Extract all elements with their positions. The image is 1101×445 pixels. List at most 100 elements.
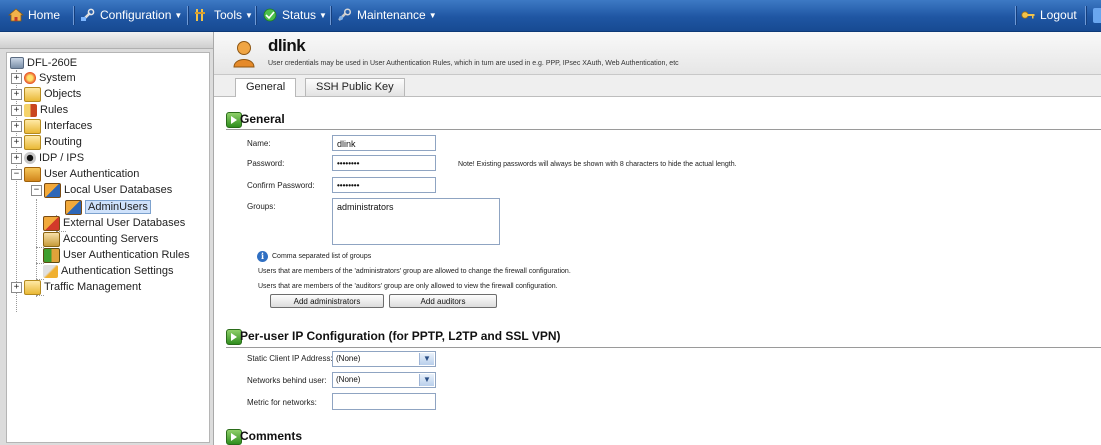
menu-separator [1015,6,1017,25]
static-ip-label: Static Client IP Address: [247,354,333,363]
section-title-general: General [240,112,285,126]
menu-logout-label: Logout [1040,8,1077,22]
tree-root[interactable]: DFL-260E [10,55,77,71]
networks-label: Networks behind user: [247,376,327,385]
external-db-icon [43,215,60,231]
tree-item-user-authentication-rules[interactable]: User Authentication Rules [43,247,190,263]
menu-tools[interactable]: Tools ▼ [194,0,253,31]
tree-label: User Authentication [44,168,140,180]
chevron-down-icon[interactable]: ▼ [419,374,434,386]
section-divider [226,129,1101,130]
menu-logout[interactable]: Logout [1020,0,1077,31]
page-title: dlink [268,36,306,55]
tree-label: Traffic Management [44,281,142,293]
tree-item-local-user-databases[interactable]: − Local User Databases [31,182,172,198]
user-icon [233,41,255,68]
expand-toggle-icon[interactable]: + [11,136,22,148]
networks-value: (None) [336,375,361,384]
section-title-per-user-ip: Per-user IP Configuration (for PPTP, L2T… [240,329,561,343]
menu-home[interactable]: Home [8,0,60,31]
tree-item-accounting-servers[interactable]: Accounting Servers [43,231,158,247]
metric-label: Metric for networks: [247,398,317,407]
static-ip-value: (None) [336,354,361,363]
menu-maintenance-label: Maintenance [357,8,426,22]
chevron-down-icon: ▼ [428,11,437,20]
tree-item-external-user-databases[interactable]: External User Databases [43,215,185,231]
tree-label: Local User Databases [64,184,173,196]
menu-maintenance[interactable]: Maintenance ▼ [337,0,437,31]
add-administrators-button[interactable]: Add administrators [270,294,384,308]
traffic-icon [24,279,41,295]
tree-line [36,295,44,296]
house-icon [8,8,24,22]
chevron-down-icon[interactable]: ▼ [419,353,434,365]
expand-toggle-icon[interactable]: + [11,88,22,100]
tab-ssh-public-key[interactable]: SSH Public Key [305,78,405,96]
auditors-note: Users that are members of the 'auditors'… [258,283,558,290]
menu-home-label: Home [28,8,61,22]
tree-item-objects[interactable]: + Objects [11,86,81,102]
add-auditors-button[interactable]: Add auditors [389,294,497,308]
tree-item-interfaces[interactable]: + Interfaces [11,118,92,134]
tree-label: Authentication Settings [61,265,174,277]
tree-item-idp-ips[interactable]: + IDP / IPS [11,150,84,166]
routing-icon [24,134,41,150]
tree-label: IDP / IPS [39,152,85,164]
name-field[interactable]: dlink [332,135,436,151]
expand-toggle-icon[interactable]: + [11,104,22,116]
menu-separator [73,6,75,25]
menu-tools-label: Tools [214,8,243,22]
folder-icon [24,86,41,102]
sidebar-header [0,32,213,49]
tree-label: AdminUsers [85,200,151,214]
tree-item-authentication-settings[interactable]: Authentication Settings [43,263,174,279]
page-description: User credentials may be used in User Aut… [268,60,679,67]
device-icon [10,57,24,70]
networks-select[interactable]: (None) ▼ [332,372,436,388]
collapse-toggle-icon[interactable]: − [31,184,42,196]
expand-toggle-icon[interactable]: + [11,152,22,164]
tree-item-rules[interactable]: + Rules [11,102,68,118]
menu-configuration-label: Configuration [100,8,172,22]
menu-configuration[interactable]: Configuration ▼ [80,0,182,31]
tree-label: Accounting Servers [63,233,159,245]
tab-general[interactable]: General [235,78,297,97]
menu-status-label: Status [282,8,317,22]
metric-field[interactable] [332,393,436,410]
password-label: Password: [247,159,285,168]
collapse-toggle-icon[interactable]: − [11,168,22,180]
tree-label: Interfaces [44,120,93,132]
auth-rules-icon [43,247,60,263]
expand-toggle-icon[interactable]: + [11,120,22,132]
tree-item-adminusers[interactable]: AdminUsers [65,199,151,215]
administrators-note: Users that are members of the 'administr… [258,268,571,275]
groups-textarea[interactable]: administrators [332,198,500,245]
menu-separator [330,6,332,25]
menu-separator [255,6,257,25]
menu-status[interactable]: Status ▼ [262,0,327,31]
expand-toggle-icon[interactable]: + [11,72,22,84]
user-db-icon [65,199,82,215]
accounting-server-icon [43,231,60,247]
groups-label: Groups: [247,202,276,211]
chevron-down-icon: ▼ [319,11,327,20]
confirm-password-field[interactable]: •••••••• [332,177,436,193]
tree-label: Routing [44,136,82,148]
help-icon[interactable] [1093,8,1101,23]
static-ip-select[interactable]: (None) ▼ [332,351,436,367]
tree-item-user-authentication[interactable]: − User Authentication [11,166,139,182]
chevron-down-icon: ▼ [174,11,183,20]
tab-bar: General SSH Public Key [214,75,1101,97]
tree-label: Rules [40,104,69,116]
expand-toggle-icon[interactable]: + [11,281,22,293]
info-icon: i [257,251,268,262]
main-content: dlink User credentials may be used in Us… [214,32,1101,445]
password-field[interactable]: •••••••• [332,155,436,171]
key-icon [1021,11,1035,19]
tree-item-traffic-management[interactable]: + Traffic Management [11,279,141,295]
section-title-comments: Comments [240,429,303,443]
menu-separator [1085,6,1087,25]
tree-item-routing[interactable]: + Routing [11,134,82,150]
tree-item-system[interactable]: + System [11,70,76,86]
page-header: dlink User credentials may be used in Us… [214,32,1101,75]
